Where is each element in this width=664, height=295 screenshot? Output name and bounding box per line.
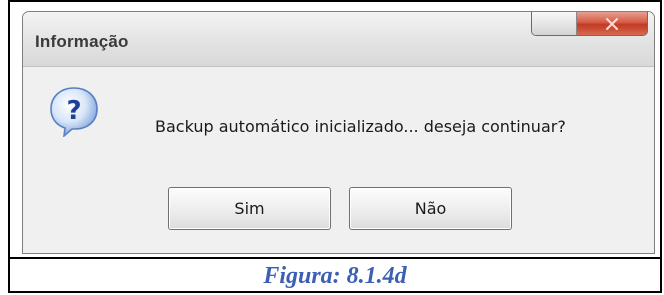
dialog-message: Backup automático inicializado... deseja… <box>155 117 566 136</box>
dialog-title: Informação <box>35 32 129 51</box>
window-caption-buttons <box>531 12 648 36</box>
figure-caption: Figura: 8.1.4d <box>263 262 407 289</box>
close-button[interactable] <box>577 12 647 35</box>
dialog-window: Informação ? Backup automático inicializ… <box>22 11 655 254</box>
yes-button[interactable]: Sim <box>168 187 331 230</box>
dialog-titlebar[interactable]: Informação <box>23 12 654 67</box>
svg-text:?: ? <box>66 96 81 126</box>
dialog-body: ? Backup automático inicializado... dese… <box>23 67 654 253</box>
close-icon <box>605 17 619 30</box>
no-button[interactable]: Não <box>349 187 512 230</box>
question-icon: ? <box>50 87 98 137</box>
document-page: Informação ? Backup automático inicializ… <box>0 0 664 295</box>
caption-button-inactive <box>532 12 577 35</box>
